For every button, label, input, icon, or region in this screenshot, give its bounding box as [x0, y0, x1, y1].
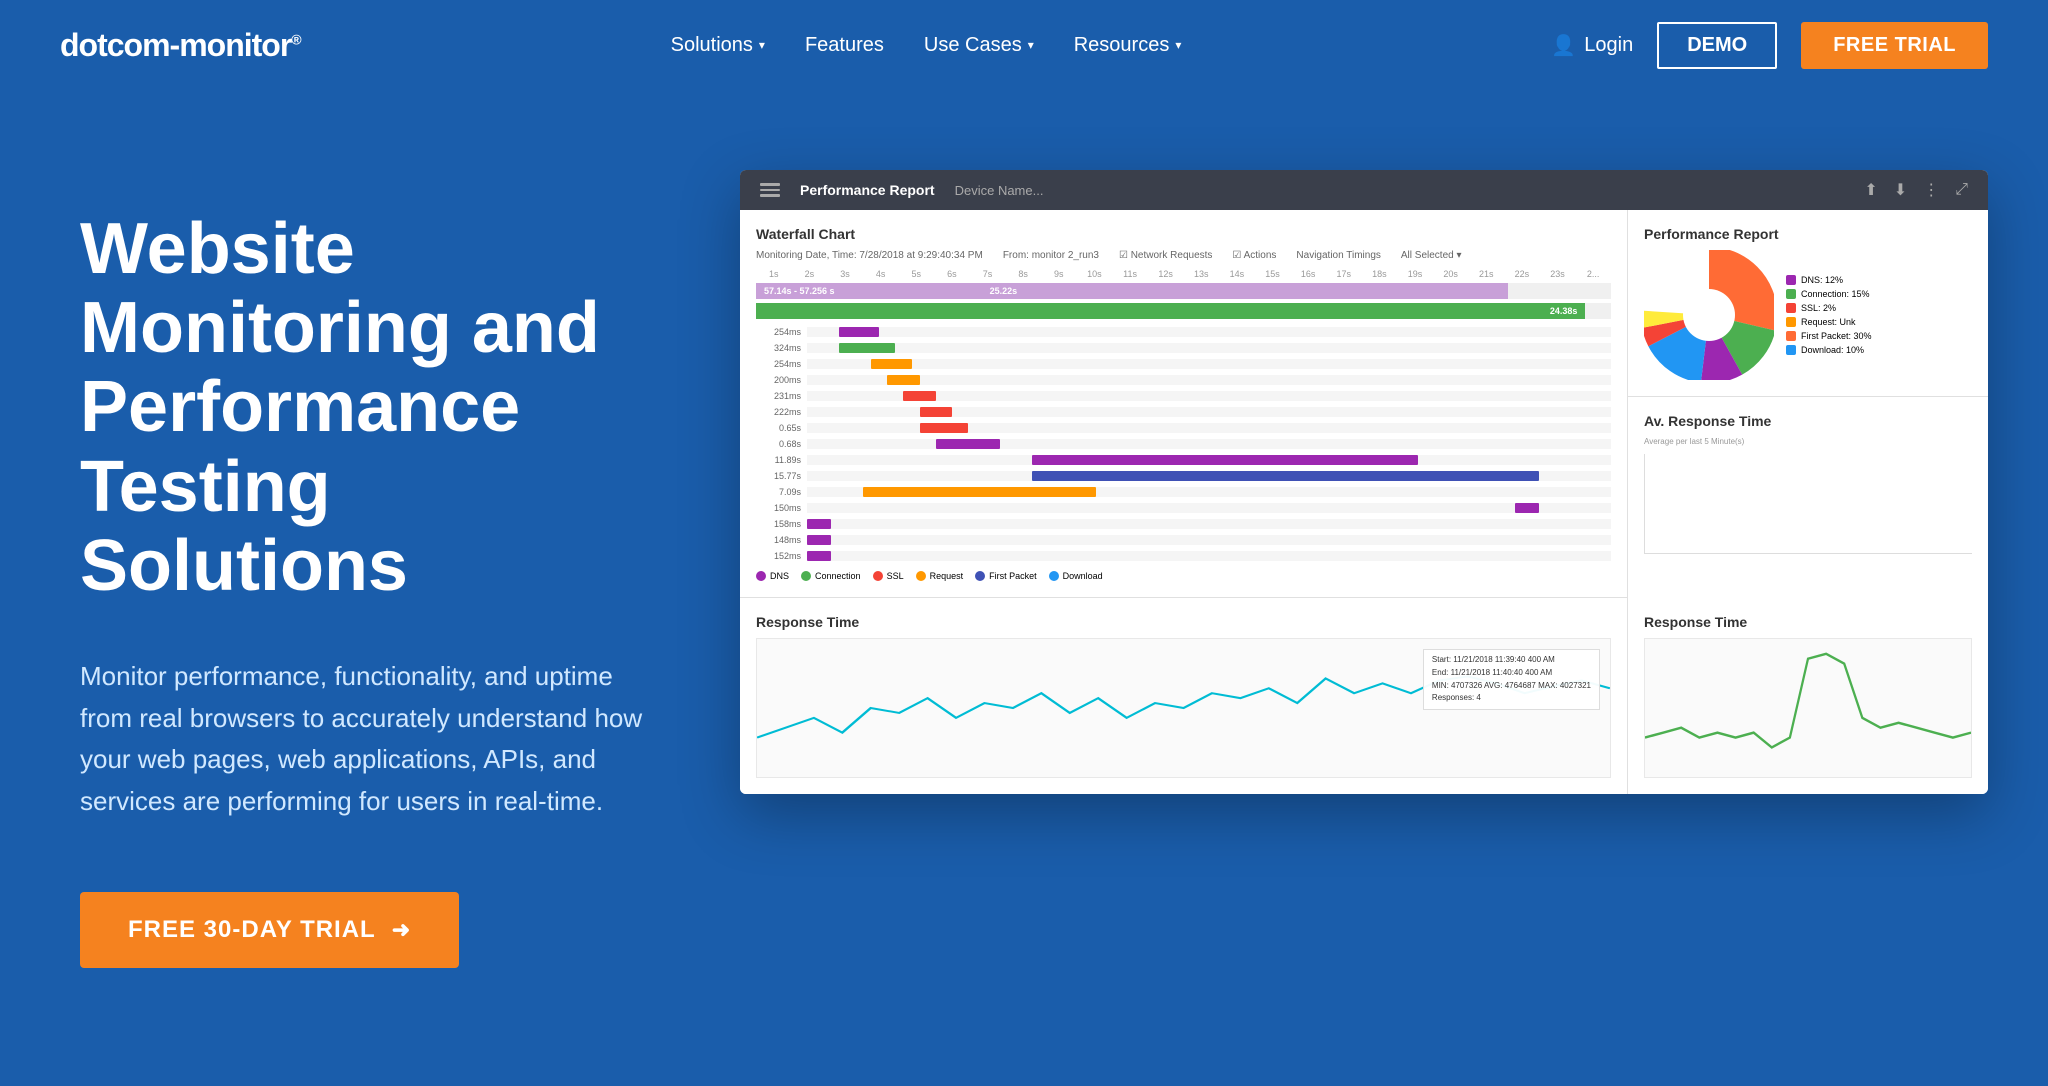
table-row: 324ms: [756, 341, 1611, 355]
dashboard-actions: ⬆ ⬇ ⋮ ⤢: [1864, 180, 1968, 200]
login-button[interactable]: 👤 Login: [1551, 33, 1633, 58]
response-time-left-title: Response Time: [756, 614, 1611, 630]
hero-text-block: Website Monitoring and Performance Testi…: [80, 150, 660, 968]
table-row: 148ms: [756, 533, 1611, 547]
wf-header-row-2: 24.38s: [756, 303, 1611, 319]
legend-request: Request: [916, 571, 964, 581]
legend-item: SSL: 2%: [1786, 303, 1872, 313]
arrow-right-icon: ➜: [392, 917, 411, 943]
time-axis: 1s 2s 3s 4s 5s 6s 7s 8s 9s 10s 11s 12s 1…: [756, 269, 1611, 279]
table-row: 254ms: [756, 325, 1611, 339]
nav-resources[interactable]: Resources ▾: [1074, 34, 1182, 57]
wf-bar-header: 57.14s - 57.256 s 25.22s: [756, 283, 1508, 299]
table-row: 152ms: [756, 549, 1611, 563]
hero-section: Website Monitoring and Performance Testi…: [0, 90, 2048, 1086]
response-time-right-chart: [1644, 638, 1972, 778]
response-time-left-section: Response Time Start: 11/21/2018 11:39:40…: [740, 598, 1628, 794]
wf-header-row-1: 57.14s - 57.256 s 25.22s: [756, 283, 1611, 299]
av-response-section: Av. Response Time Average per last 5 Min…: [1628, 397, 1988, 570]
waterfall-meta: Monitoring Date, Time: 7/28/2018 at 9:29…: [756, 250, 1611, 261]
right-column: Performance Report: [1628, 210, 1988, 598]
table-row: 200ms: [756, 373, 1611, 387]
waterfall-legend: DNS Connection SSL Request: [756, 571, 1611, 581]
demo-button[interactable]: DEMO: [1657, 22, 1777, 69]
table-row: 0.68s: [756, 437, 1611, 451]
response-time-right-title: Response Time: [1644, 614, 1972, 630]
device-label: Device Name...: [955, 183, 1044, 198]
dashboard-preview: Performance Report Device Name... ⬆ ⬇ ⋮ …: [740, 170, 1988, 794]
main-nav: Solutions ▾ Features Use Cases ▾ Resourc…: [671, 34, 1182, 57]
nav-solutions[interactable]: Solutions ▾: [671, 34, 765, 57]
table-row: 11.89s: [756, 453, 1611, 467]
chevron-down-icon: ▾: [759, 38, 765, 52]
dashboard-content: Waterfall Chart Monitoring Date, Time: 7…: [740, 210, 1988, 794]
site-header: dotcom-monitor® Solutions ▾ Features Use…: [0, 0, 2048, 90]
nav-use-cases[interactable]: Use Cases ▾: [924, 34, 1034, 57]
hero-title: Website Monitoring and Performance Testi…: [80, 210, 660, 606]
chevron-down-icon: ▾: [1028, 38, 1034, 52]
dashboard-title: Performance Report: [800, 182, 935, 198]
waterfall-section: Waterfall Chart Monitoring Date, Time: 7…: [740, 210, 1628, 598]
pie-chart: [1644, 250, 1774, 380]
legend-connection: Connection: [801, 571, 861, 581]
perf-report-section: Performance Report: [1628, 210, 1988, 397]
hero-description: Monitor performance, functionality, and …: [80, 656, 660, 822]
hero-cta-button[interactable]: FREE 30-DAY TRIAL ➜: [80, 892, 459, 968]
legend-item: Request: Unk: [1786, 317, 1872, 327]
av-response-title: Av. Response Time: [1644, 413, 1972, 429]
site-logo: dotcom-monitor®: [60, 27, 301, 64]
header-actions: 👤 Login DEMO FREE TRIAL: [1551, 22, 1988, 69]
user-icon: 👤: [1551, 33, 1576, 58]
line-chart-right-svg: [1645, 639, 1971, 777]
waterfall-rows: 57.14s - 57.256 s 25.22s 24.38s 254ms: [756, 283, 1611, 563]
legend-dns: DNS: [756, 571, 789, 581]
nav-features[interactable]: Features: [805, 34, 884, 57]
table-row: 158ms: [756, 517, 1611, 531]
dashboard-header: Performance Report Device Name... ⬆ ⬇ ⋮ …: [740, 170, 1988, 210]
av-response-subtitle: Average per last 5 Minute(s): [1644, 437, 1972, 446]
table-row: 231ms: [756, 389, 1611, 403]
download-icon[interactable]: ⬇: [1894, 180, 1907, 200]
expand-icon[interactable]: ⤢: [1955, 181, 1968, 199]
wf-bar-header-green: 24.38s: [756, 303, 1585, 319]
legend-item: DNS: 12%: [1786, 275, 1872, 285]
free-trial-button[interactable]: FREE TRIAL: [1801, 22, 1988, 69]
legend-download: Download: [1049, 571, 1103, 581]
legend-first-packet: First Packet: [975, 571, 1037, 581]
table-row: 254ms: [756, 357, 1611, 371]
pie-chart-container: DNS: 12% Connection: 15% SSL: 2%: [1644, 250, 1972, 380]
legend-item: Connection: 15%: [1786, 289, 1872, 299]
legend-ssl: SSL: [873, 571, 904, 581]
table-row: 150ms: [756, 501, 1611, 515]
pie-legend: DNS: 12% Connection: 15% SSL: 2%: [1786, 275, 1872, 355]
waterfall-title: Waterfall Chart: [756, 226, 1611, 242]
table-row: 7.09s: [756, 485, 1611, 499]
more-icon[interactable]: ⋮: [1923, 180, 1939, 200]
chart-info-box: Start: 11/21/2018 11:39:40 400 AM End: 1…: [1423, 649, 1600, 710]
legend-item: Download: 10%: [1786, 345, 1872, 355]
legend-item: First Packet: 30%: [1786, 331, 1872, 341]
bar-chart: [1644, 454, 1972, 554]
table-row: 15.77s: [756, 469, 1611, 483]
share-icon[interactable]: ⬆: [1864, 180, 1877, 200]
response-time-left-chart: Start: 11/21/2018 11:39:40 400 AM End: 1…: [756, 638, 1611, 778]
table-row: 0.65s: [756, 421, 1611, 435]
table-row: 222ms: [756, 405, 1611, 419]
perf-report-title: Performance Report: [1644, 226, 1972, 242]
menu-icon: [760, 183, 780, 197]
response-time-right-section: Response Time: [1628, 598, 1988, 794]
chevron-down-icon: ▾: [1175, 38, 1181, 52]
